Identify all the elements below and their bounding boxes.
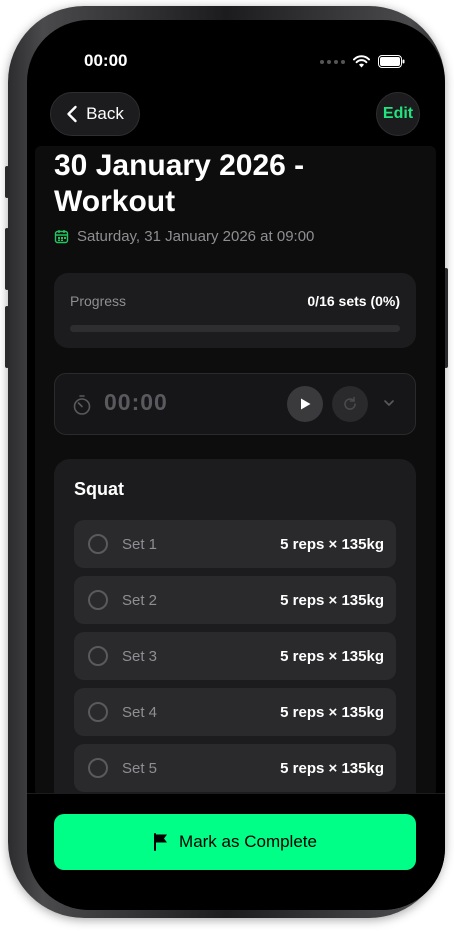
flag-icon — [154, 833, 168, 851]
set-label: Set 1 — [122, 536, 158, 553]
timer-card: 00:00 — [54, 373, 416, 435]
set-detail: 5 reps × 135kg — [280, 648, 384, 665]
screen: 00:00 30 January 2026 - Workout Saturday… — [27, 20, 445, 910]
set-row[interactable]: Set 2 5 reps × 135kg — [74, 576, 396, 624]
set-label: Set 3 — [122, 648, 158, 665]
cellular-icon — [320, 59, 345, 64]
exercise-card: Squat Set 1 5 reps × 135kg Set 2 5 reps … — [54, 459, 416, 796]
mark-complete-button[interactable]: Mark as Complete — [54, 814, 416, 870]
exercise-name: Squat — [74, 479, 125, 499]
set-row[interactable]: Set 1 5 reps × 135kg — [74, 520, 396, 568]
battery-icon — [378, 55, 405, 68]
progress-label: Progress — [70, 293, 127, 309]
back-button[interactable]: Back — [50, 92, 140, 136]
reset-button[interactable] — [332, 386, 368, 422]
set-row[interactable]: Set 4 5 reps × 135kg — [74, 688, 396, 736]
back-label: Back — [86, 104, 124, 123]
set-detail: 5 reps × 135kg — [280, 592, 384, 609]
set-checkbox[interactable] — [88, 646, 108, 666]
status-icons — [320, 55, 405, 68]
workout-detail-scroll[interactable]: 30 January 2026 - Workout Saturday, 31 J… — [35, 146, 436, 796]
set-label: Set 2 — [122, 592, 158, 609]
edit-button[interactable]: Edit — [376, 92, 420, 136]
set-list: Set 1 5 reps × 135kg Set 2 5 reps × 135k… — [74, 520, 396, 796]
set-detail: 5 reps × 135kg — [280, 704, 384, 721]
progress-bar — [70, 325, 400, 332]
volume-down-button — [5, 306, 9, 368]
set-checkbox[interactable] — [88, 702, 108, 722]
chevron-left-icon — [67, 105, 77, 123]
action-button — [5, 166, 9, 198]
calendar-icon — [54, 230, 69, 244]
status-bar: 00:00 — [27, 20, 445, 90]
timer-display: 00:00 — [104, 389, 168, 415]
set-checkbox[interactable] — [88, 590, 108, 610]
set-row[interactable]: Set 5 5 reps × 135kg — [74, 744, 396, 792]
progress-card: Progress 0/16 sets (0%) — [54, 273, 416, 348]
scheduled-date: Saturday, 31 January 2026 at 09:00 — [54, 228, 314, 245]
set-label: Set 5 — [122, 760, 158, 777]
progress-value: 0/16 sets (0%) — [307, 293, 400, 309]
set-detail: 5 reps × 135kg — [280, 760, 384, 777]
chevron-down-icon[interactable] — [382, 396, 396, 410]
wifi-icon — [353, 55, 370, 68]
bottom-action-bar: Mark as Complete — [27, 793, 445, 910]
phone-frame: 00:00 30 January 2026 - Workout Saturday… — [5, 6, 448, 918]
play-icon — [301, 398, 311, 410]
set-checkbox[interactable] — [88, 534, 108, 554]
status-time: 00:00 — [84, 51, 128, 70]
timer-icon — [73, 395, 91, 415]
play-button[interactable] — [287, 386, 323, 422]
set-label: Set 4 — [122, 704, 158, 721]
volume-up-button — [5, 228, 9, 290]
set-row[interactable]: Set 3 5 reps × 135kg — [74, 632, 396, 680]
reset-icon — [344, 396, 356, 410]
page-title: 30 January 2026 - Workout — [54, 149, 305, 218]
mark-complete-label: Mark as Complete — [179, 832, 317, 851]
scheduled-date-text: Saturday, 31 January 2026 at 09:00 — [77, 228, 315, 245]
set-detail: 5 reps × 135kg — [280, 536, 384, 553]
set-checkbox[interactable] — [88, 758, 108, 778]
